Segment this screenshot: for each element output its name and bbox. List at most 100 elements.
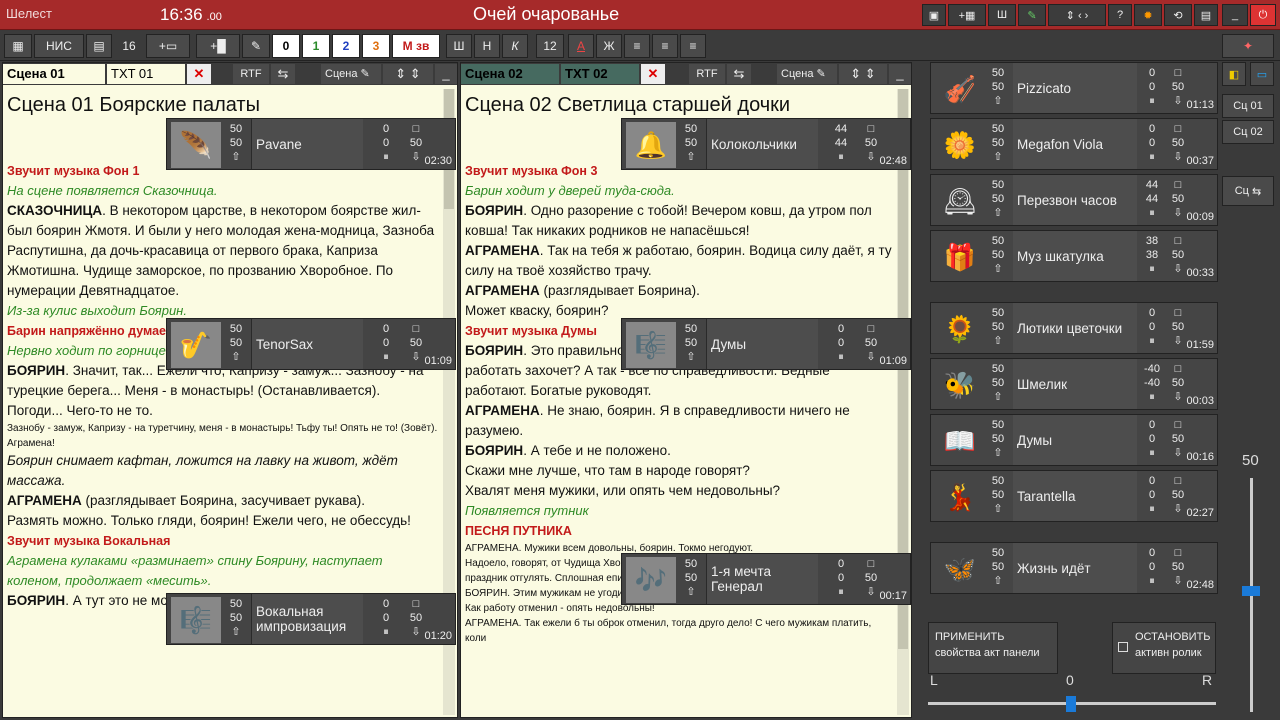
sound-cue-card[interactable]: 🎁 50 50 ⇧ Муз шкатулка 38 38 ⏸ □ 50 ⇩ 00:33 xyxy=(930,230,1218,282)
scene-01-button[interactable]: Сц 01 xyxy=(1222,94,1274,118)
sound-cue-card[interactable]: 💃 50 50 ⇧ Tarantella 0 0 ⏸ □ 50 ⇩ 02:27 xyxy=(930,470,1218,522)
add-row-button[interactable]: +▭ xyxy=(146,34,190,58)
volume-control[interactable]: 50 50 ⇧ xyxy=(987,178,1009,220)
sound-cue-card[interactable]: 🐝 50 50 ⇧ Шмелик -40 -40 ⏸ □ 50 ⇩ 00:03 xyxy=(930,358,1218,410)
tab-scene-01[interactable]: Сцена 01 xyxy=(3,64,105,84)
nis-button[interactable]: НИС xyxy=(34,34,84,58)
volume-control[interactable]: 50 50 ⇧ xyxy=(225,322,247,364)
sound-cue-card[interactable]: 🔔 50 50 ⇧ Колокольчики 44 44 ⏸ □ 50 ⇩ 02:48 xyxy=(621,118,911,170)
fade-values[interactable]: 44 44 ⏸ xyxy=(826,122,856,164)
volume-control[interactable]: 50 50 ⇧ xyxy=(987,362,1009,404)
scene-swap-button[interactable]: Сц ⇆ xyxy=(1222,176,1274,206)
checkbox-icon[interactable] xyxy=(1118,642,1128,652)
fade-values[interactable]: 0 0 ⏸ xyxy=(1137,418,1167,460)
fade-values[interactable]: 44 44 ⏸ xyxy=(1137,178,1167,220)
arrows-icon[interactable]: ⇕ ‹ › xyxy=(1048,4,1106,26)
color-blue-button[interactable]: 2 xyxy=(332,34,360,58)
fade-values[interactable]: 0 0 ⏸ xyxy=(371,122,401,164)
bold-button[interactable]: Ш xyxy=(446,34,472,58)
table-icon[interactable]: ▤ xyxy=(86,34,112,58)
normal-button[interactable]: Н xyxy=(474,34,500,58)
color-red-button[interactable]: М зв xyxy=(392,34,440,58)
scrollbar[interactable] xyxy=(897,89,909,715)
sound-cue-card[interactable]: 🕰 50 50 ⇧ Перезвон часов 44 44 ⏸ □ 50 ⇩ 00:09 xyxy=(930,174,1218,226)
help-icon[interactable]: ? xyxy=(1108,4,1132,26)
fade-values[interactable]: 0 0 ⏸ xyxy=(1137,474,1167,516)
folder-icon[interactable]: ▭ xyxy=(1250,62,1274,86)
volume-control[interactable]: 50 50 ⇧ xyxy=(680,122,702,164)
fade-values[interactable]: 0 0 ⏸ xyxy=(826,322,856,364)
font-zh-button[interactable]: Ж xyxy=(596,34,622,58)
color-black-button[interactable]: 0 xyxy=(272,34,300,58)
volume-control[interactable]: 50 50 ⇧ xyxy=(680,322,702,364)
fade-values[interactable]: 0 0 ⏸ xyxy=(1137,122,1167,164)
minimize-icon[interactable]: _ xyxy=(1222,4,1248,26)
color-orange-button[interactable]: 3 xyxy=(362,34,390,58)
sound-cue-card[interactable]: 📖 50 50 ⇧ Думы 0 0 ⏸ □ 50 ⇩ 00:16 xyxy=(930,414,1218,466)
italic-button[interactable]: К xyxy=(502,34,528,58)
volume-control[interactable]: 50 50 ⇧ xyxy=(987,306,1009,348)
sound-cue-card[interactable]: 🎶 50 50 ⇧ 1-я мечта Генерал 0 0 ⏸ □ 50 ⇩ 00:17 xyxy=(621,553,911,605)
icons-button[interactable]: ◧ xyxy=(1222,62,1246,86)
sound-cue-card[interactable]: 🌼 50 50 ⇧ Megafon Viola 0 0 ⏸ □ 50 ⇩ 00:37 xyxy=(930,118,1218,170)
sync-icon[interactable]: ⟲ xyxy=(1164,4,1192,26)
tab-txt-02[interactable]: TXT 02 xyxy=(561,64,639,84)
fade-values[interactable]: 0 0 ⏸ xyxy=(1137,66,1167,108)
align-right-icon[interactable]: ≡ xyxy=(680,34,706,58)
volume-control[interactable]: 50 50 ⇧ xyxy=(225,597,247,639)
scene-02-button[interactable]: Сц 02 xyxy=(1222,120,1274,144)
minimize-pane-icon[interactable]: _ xyxy=(435,64,457,84)
size-button[interactable]: 12 xyxy=(536,34,564,58)
fade-values[interactable]: -40 -40 ⏸ xyxy=(1137,362,1167,404)
swap-icon[interactable]: ⇆ xyxy=(271,64,295,84)
volume-control[interactable]: 50 50 ⇧ xyxy=(225,122,247,164)
scene-button[interactable]: Сцена ✎ xyxy=(777,64,837,84)
volume-control[interactable]: 50 50 ⇧ xyxy=(987,122,1009,164)
sound-cue-card[interactable]: 🎷 50 50 ⇧ TenorSax 0 0 ⏸ □ 50 ⇩ 01:09 xyxy=(166,318,456,370)
sound-cue-card[interactable]: 🪶 50 50 ⇧ Pavane 0 0 ⏸ □ 50 ⇩ 02:30 xyxy=(166,118,456,170)
magic-icon[interactable]: ✦ xyxy=(1222,34,1274,58)
save-icon[interactable]: ▣ xyxy=(922,4,946,26)
pan-knob[interactable] xyxy=(1066,696,1076,712)
minimize-pane-icon[interactable]: _ xyxy=(889,64,911,84)
sound-cue-card[interactable]: 🎼 50 50 ⇧ Вокальная импровизация 0 0 ⏸ □ 50 ⇩ 01:20 xyxy=(166,593,456,645)
apply-panel-props-button[interactable]: ПРИМЕНИТЬ свойства акт панели xyxy=(928,622,1058,674)
volume-control[interactable]: 50 50 ⇧ xyxy=(987,546,1009,588)
color-green-button[interactable]: 1 xyxy=(302,34,330,58)
align-left-icon[interactable]: ≡ xyxy=(624,34,650,58)
add-block-button[interactable]: +█ xyxy=(196,34,240,58)
sound-cue-card[interactable]: 🎼 50 50 ⇧ Думы 0 0 ⏸ □ 50 ⇩ 01:09 xyxy=(621,318,911,370)
volume-control[interactable]: 50 50 ⇧ xyxy=(987,418,1009,460)
fade-values[interactable]: 38 38 ⏸ xyxy=(1137,234,1167,276)
rtf-button[interactable]: RTF xyxy=(689,64,725,84)
volume-knob[interactable] xyxy=(1242,586,1260,596)
sound-cue-card[interactable]: 🦋 50 50 ⇧ Жизнь идёт 0 0 ⏸ □ 50 ⇩ 02:48 xyxy=(930,542,1218,594)
rtf-button[interactable]: RTF xyxy=(233,64,269,84)
updown-icon[interactable]: ⇕ ⇕ xyxy=(839,64,887,84)
swap-icon[interactable]: ⇆ xyxy=(727,64,751,84)
volume-control[interactable]: 50 50 ⇧ xyxy=(680,557,702,599)
font-a-button[interactable]: А xyxy=(568,34,594,58)
fade-values[interactable]: 0 0 ⏸ xyxy=(371,597,401,639)
scene-button[interactable]: Сцена ✎ xyxy=(321,64,381,84)
volume-control[interactable]: 50 50 ⇧ xyxy=(987,234,1009,276)
pen-icon[interactable]: ✎ xyxy=(1018,4,1046,26)
script-text[interactable]: Сцена 02 Светлица старшей дочки Звучит м… xyxy=(465,87,893,717)
power-icon[interactable]: ⏻ xyxy=(1250,4,1276,26)
fade-values[interactable]: 0 0 ⏸ xyxy=(826,557,856,599)
master-volume[interactable]: 50 xyxy=(1236,452,1276,716)
add-table-icon[interactable]: +▦ xyxy=(948,4,986,26)
disk-icon[interactable]: ▤ xyxy=(1194,4,1218,26)
close-icon[interactable]: ✕ xyxy=(641,64,665,84)
settings-icon[interactable]: ✹ xyxy=(1134,4,1162,26)
sound-cue-card[interactable]: 🌻 50 50 ⇧ Лютики цветочки 0 0 ⏸ □ 50 ⇩ 01:59 xyxy=(930,302,1218,354)
tab-txt-01[interactable]: TXT 01 xyxy=(107,64,185,84)
volume-control[interactable]: 50 50 ⇧ xyxy=(987,66,1009,108)
tab-scene-02[interactable]: Сцена 02 xyxy=(461,64,559,84)
fade-values[interactable]: 0 0 ⏸ xyxy=(371,322,401,364)
fade-values[interactable]: 0 0 ⏸ xyxy=(1137,306,1167,348)
updown-icon[interactable]: ⇕ ⇕ xyxy=(383,64,433,84)
fade-values[interactable]: 0 0 ⏸ xyxy=(1137,546,1167,588)
sound-cue-card[interactable]: 🎻 50 50 ⇧ Pizzicato 0 0 ⏸ □ 50 ⇩ 01:13 xyxy=(930,62,1218,114)
close-icon[interactable]: ✕ xyxy=(187,64,211,84)
